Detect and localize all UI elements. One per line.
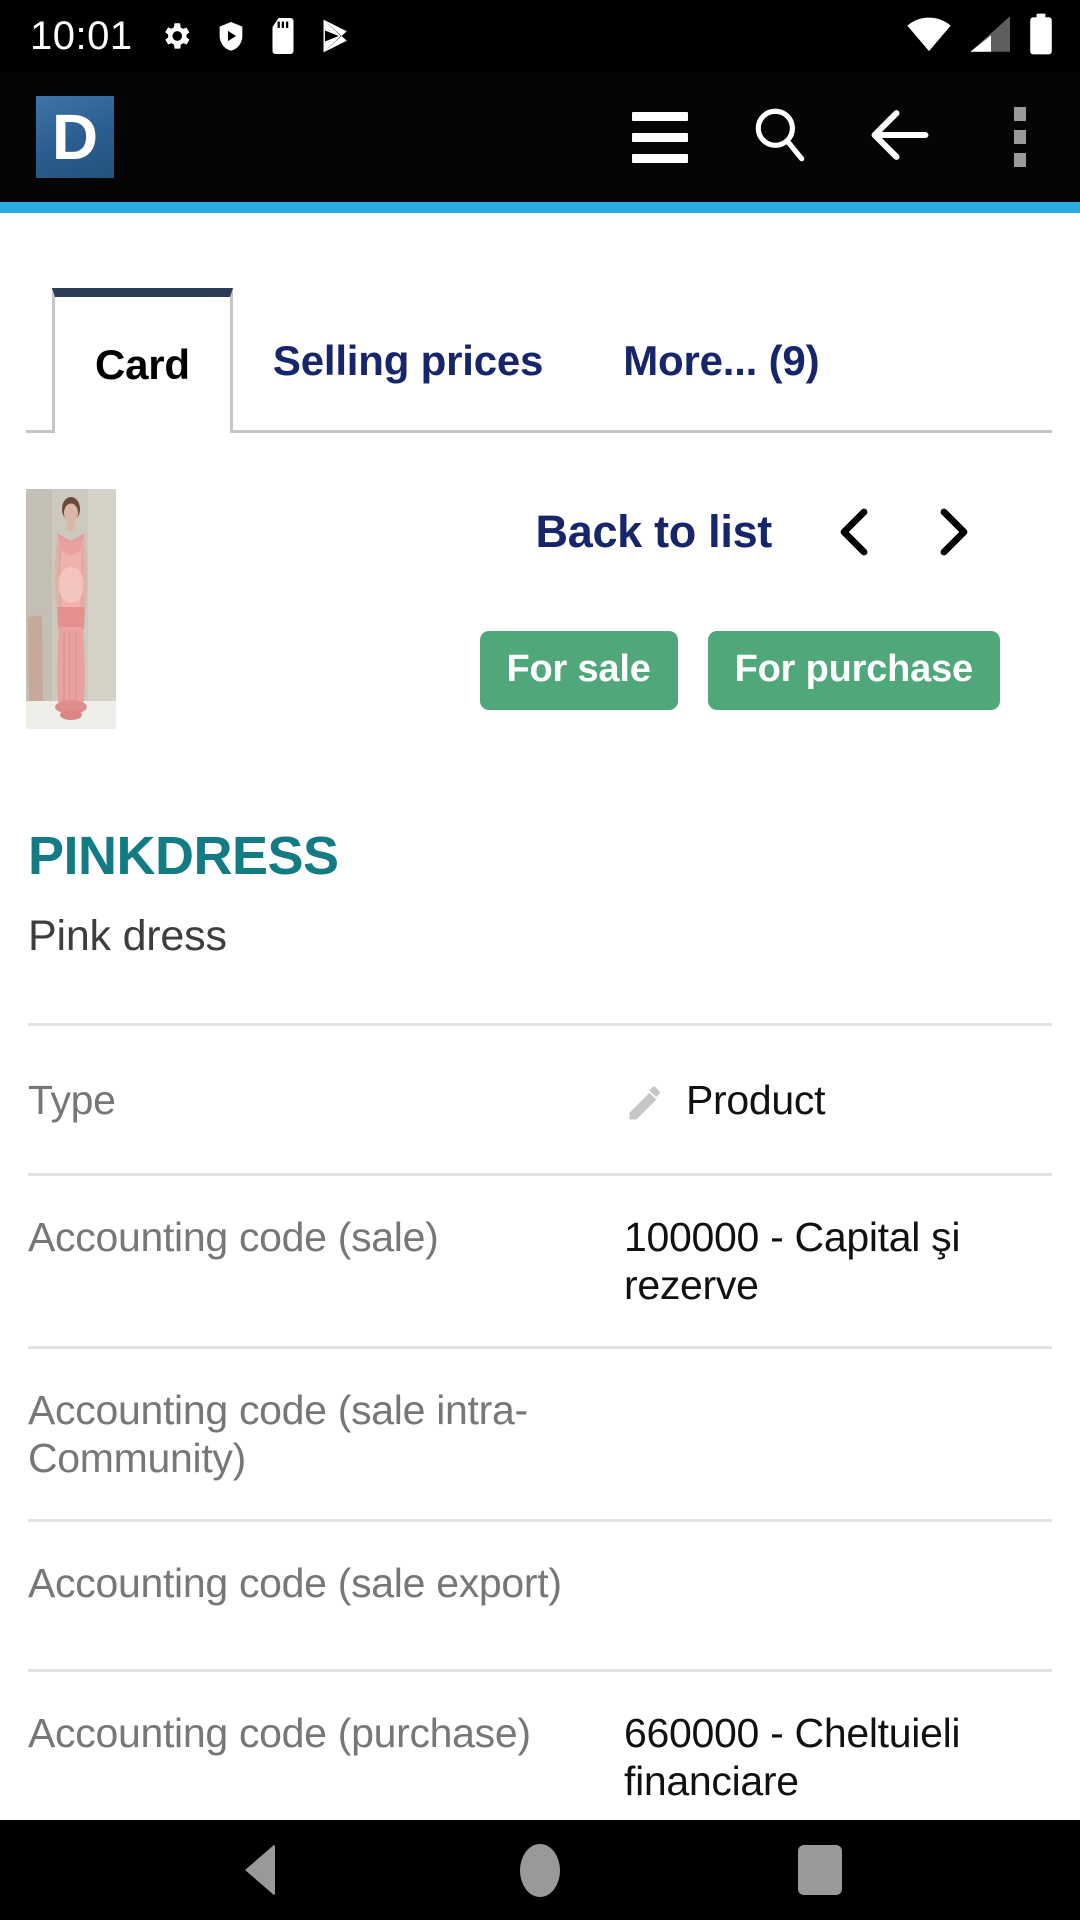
tab-more[interactable]: More... (9) — [583, 288, 859, 433]
home-circle-icon — [520, 1843, 560, 1897]
table-row: Accounting code (purchase) 660000 - Chel… — [28, 1668, 1052, 1820]
overflow-menu-icon — [1014, 107, 1026, 167]
table-row: Type Product — [28, 1023, 1052, 1173]
status-badge-for-sale[interactable]: For sale — [479, 631, 678, 710]
table-row: Accounting code (sale) 100000 - Capital … — [28, 1173, 1052, 1346]
header-action-group — [600, 72, 1080, 202]
search-icon — [749, 104, 811, 171]
back-to-list-link[interactable]: Back to list — [536, 506, 773, 558]
edit-pencil-icon[interactable] — [624, 1081, 668, 1125]
detail-label: Accounting code (sale export) — [28, 1559, 562, 1606]
play-store-icon — [319, 18, 353, 54]
status-bar-clock: 10:01 — [30, 14, 133, 58]
hamburger-menu-button[interactable] — [600, 72, 720, 202]
detail-value: 100000 - Capital şi rezerve — [624, 1214, 961, 1308]
detail-value: 660000 - Cheltuieli financiare — [624, 1709, 961, 1804]
app-header-bar: D — [0, 72, 1080, 202]
play-protect-shield-icon — [215, 19, 247, 53]
screen-root: 10:01 D Card Selling prices More... (9) … — [0, 0, 1080, 1920]
detail-value-text: Product — [686, 1076, 826, 1123]
tab-bar: Card Selling prices More... (9) — [0, 288, 1080, 436]
product-status-badges: For sale For purchase — [28, 631, 1052, 710]
header-accent-rule — [0, 202, 1080, 213]
detail-label: Accounting code (sale) — [28, 1214, 439, 1260]
search-button[interactable] — [720, 72, 840, 202]
tab-selling-prices[interactable]: Selling prices — [233, 288, 583, 433]
record-navigation-row: Back to list — [28, 489, 1052, 575]
overflow-menu-button[interactable] — [960, 72, 1080, 202]
recents-square-icon — [798, 1845, 842, 1895]
chevron-right-icon — [930, 504, 974, 560]
sd-card-icon — [269, 18, 297, 54]
back-arrow-icon — [867, 104, 933, 171]
back-triangle-icon — [245, 1844, 275, 1896]
page-content: Card Selling prices More... (9) Back to … — [0, 213, 1080, 1820]
android-recents-button[interactable] — [760, 1820, 880, 1920]
product-detail-table: Type Product Accounting code (sale) 1000… — [0, 1023, 1080, 1820]
battery-icon — [1028, 13, 1054, 60]
cellular-signal-icon — [968, 15, 1012, 58]
product-title-block: PINKDRESS Pink dress — [0, 825, 1080, 961]
status-badge-for-purchase[interactable]: For purchase — [707, 631, 1000, 710]
chevron-left-icon — [834, 504, 878, 560]
table-row: Accounting code (sale intra-Community) — [28, 1345, 1052, 1519]
product-header-section: Back to list For sale For purchase — [0, 489, 1080, 769]
android-status-bar: 10:01 — [0, 0, 1080, 72]
previous-record-button[interactable] — [808, 489, 904, 575]
back-button[interactable] — [840, 72, 960, 202]
wifi-icon — [906, 15, 952, 58]
dolibarr-logo[interactable]: D — [36, 96, 114, 178]
product-thumbnail[interactable] — [26, 489, 116, 729]
tab-card[interactable]: Card — [52, 288, 233, 436]
table-row: Accounting code (sale export) — [28, 1518, 1052, 1669]
product-reference: PINKDRESS — [28, 826, 339, 886]
settings-gear-icon — [159, 19, 193, 53]
product-label: Pink dress — [28, 912, 227, 960]
detail-value: Product — [624, 1077, 1052, 1125]
android-home-button[interactable] — [480, 1820, 600, 1920]
detail-label: Accounting code (sale intra-Community) — [28, 1386, 528, 1481]
next-record-button[interactable] — [904, 489, 1000, 575]
android-navigation-bar — [0, 1820, 1080, 1920]
detail-label: Accounting code (purchase) — [28, 1709, 531, 1756]
android-back-button[interactable] — [200, 1820, 320, 1920]
status-bar-right-icons — [906, 13, 1054, 60]
detail-label: Type — [28, 1076, 116, 1123]
hamburger-menu-icon — [632, 111, 688, 163]
